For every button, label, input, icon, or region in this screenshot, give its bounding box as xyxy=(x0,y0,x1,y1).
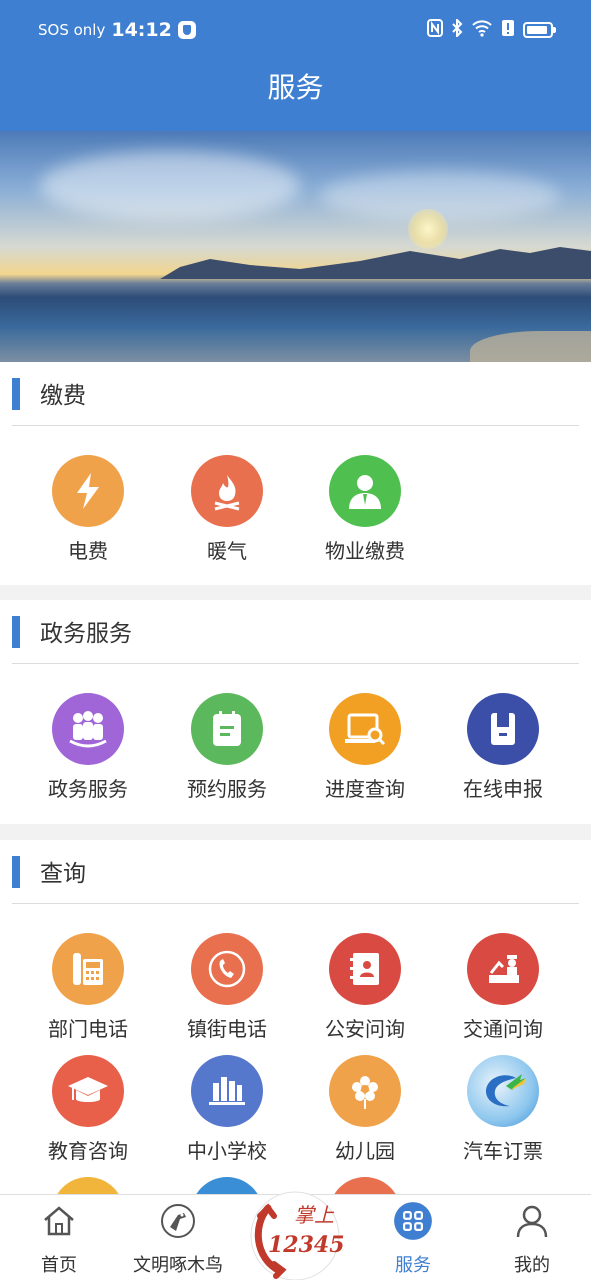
page-title: 服务 xyxy=(267,71,324,104)
tab-label: 文明啄木鸟 xyxy=(133,1255,223,1276)
notebook-icon xyxy=(191,693,263,765)
service-item-label: 在线申报 xyxy=(463,777,543,801)
wifi-icon xyxy=(471,19,493,41)
section-title: 查询 xyxy=(40,861,86,887)
service-item-kindergarten[interactable]: 幼儿园 xyxy=(300,1055,430,1165)
service-item-online-declaration[interactable]: 在线申报 xyxy=(438,693,568,803)
tab-mine[interactable]: 我的 xyxy=(477,1195,587,1280)
banner-shore xyxy=(470,331,591,362)
tab-services[interactable]: 服务 xyxy=(358,1195,468,1280)
service-item-bus-ticket[interactable]: 汽车订票 xyxy=(438,1055,568,1165)
section-government-services: 政务服务 政务服务 预约服务 进度查询 在线申报 xyxy=(0,600,591,824)
section-title: 缴费 xyxy=(40,383,86,409)
service-item-label: 汽车订票 xyxy=(463,1139,543,1163)
section-accent-bar xyxy=(12,378,20,410)
grid-icon xyxy=(394,1202,432,1240)
service-item-label: 镇街电话 xyxy=(187,1017,267,1041)
service-item-label: 教育咨询 xyxy=(48,1139,128,1163)
lightning-icon xyxy=(52,455,124,527)
service-item-label: 中小学校 xyxy=(187,1139,267,1163)
home-icon xyxy=(44,1206,74,1236)
logo-top-text: 掌上 xyxy=(294,1203,335,1227)
service-item-government[interactable]: 政务服务 xyxy=(23,693,153,803)
section-accent-bar xyxy=(12,856,20,888)
service-item-town-phone[interactable]: 镇街电话 xyxy=(162,933,292,1043)
service-item-label: 交通问询 xyxy=(463,1017,543,1041)
section-payment: 缴费 电费 暖气 物业缴费 xyxy=(0,362,591,585)
banner-mountains xyxy=(160,247,591,279)
alert-icon xyxy=(501,19,515,41)
traffic-police-icon xyxy=(467,933,539,1005)
tab-label: 我的 xyxy=(514,1255,550,1276)
service-item-label: 公安问询 xyxy=(325,1017,405,1041)
service-item-label: 暖气 xyxy=(207,539,247,563)
service-item-heating[interactable]: 暖气 xyxy=(162,455,292,565)
status-right xyxy=(427,17,556,41)
service-item-label: 进度查询 xyxy=(325,777,405,801)
section-header: 政务服务 xyxy=(12,600,579,664)
desk-phone-icon xyxy=(52,933,124,1005)
app-header: SOS only 14:12 服务 xyxy=(0,0,591,131)
status-left: SOS only 14:12 xyxy=(38,19,196,41)
nfc-icon xyxy=(427,19,443,41)
service-item-label: 部门电话 xyxy=(48,1017,128,1041)
service-item-label: 幼儿园 xyxy=(335,1139,395,1163)
banner-cloud xyxy=(40,151,300,221)
phone-handset-icon xyxy=(191,933,263,1005)
service-item-property-fee[interactable]: 物业缴费 xyxy=(300,455,430,565)
section-inquiry: 查询 部门电话 镇街电话 公安问询 交通问询 教育咨询 中小学校 幼儿园 汽车订… xyxy=(0,840,591,1194)
service-item-appointment[interactable]: 预约服务 xyxy=(162,693,292,803)
service-item-label: 预约服务 xyxy=(187,777,267,801)
graduation-cap-icon xyxy=(52,1055,124,1127)
flame-icon xyxy=(191,455,263,527)
section-header: 查询 xyxy=(12,840,579,904)
section-title: 政务服务 xyxy=(40,621,132,647)
bluetooth-icon xyxy=(451,17,463,41)
carrier-text: SOS only xyxy=(38,21,106,39)
service-item-department-phone[interactable]: 部门电话 xyxy=(23,933,153,1043)
contact-book-icon xyxy=(329,933,401,1005)
service-item-schools[interactable]: 中小学校 xyxy=(162,1055,292,1165)
shield-icon xyxy=(177,21,196,39)
service-item-education[interactable]: 教育咨询 xyxy=(23,1055,153,1165)
woodpecker-icon xyxy=(161,1204,195,1238)
service-item-electricity[interactable]: 电费 xyxy=(23,455,153,565)
battery-icon xyxy=(523,22,556,38)
hotline-12345-logo-icon[interactable]: 掌上 12345 xyxy=(238,1186,352,1280)
service-item-label: 政务服务 xyxy=(48,777,128,801)
user-icon xyxy=(516,1205,548,1238)
section-header: 缴费 xyxy=(12,362,579,426)
laptop-search-icon xyxy=(329,693,401,765)
tab-home[interactable]: 首页 xyxy=(4,1195,114,1280)
partial-icon xyxy=(52,1177,124,1194)
tab-label: 服务 xyxy=(395,1255,431,1276)
status-bar: SOS only 14:12 xyxy=(0,0,591,60)
logo-bottom-text: 12345 xyxy=(268,1232,345,1258)
flower-icon xyxy=(329,1055,401,1127)
tab-label: 首页 xyxy=(41,1255,77,1276)
person-icon xyxy=(329,455,401,527)
service-item-progress-query[interactable]: 进度查询 xyxy=(300,693,430,803)
service-item-police-inquiry[interactable]: 公安问询 xyxy=(300,933,430,1043)
service-item-label: 电费 xyxy=(68,539,108,563)
folder-icon xyxy=(467,693,539,765)
service-item-traffic-inquiry[interactable]: 交通问询 xyxy=(438,933,568,1043)
seaside-sunset-banner[interactable] xyxy=(0,131,591,362)
tab-woodpecker[interactable]: 文明啄木鸟 xyxy=(123,1195,233,1280)
section-accent-bar xyxy=(12,616,20,648)
service-item-label: 物业缴费 xyxy=(325,539,405,563)
bus-ticket-logo-icon xyxy=(467,1055,539,1127)
clock: 14:12 xyxy=(111,19,172,41)
books-icon xyxy=(191,1055,263,1127)
people-group-icon xyxy=(52,693,124,765)
